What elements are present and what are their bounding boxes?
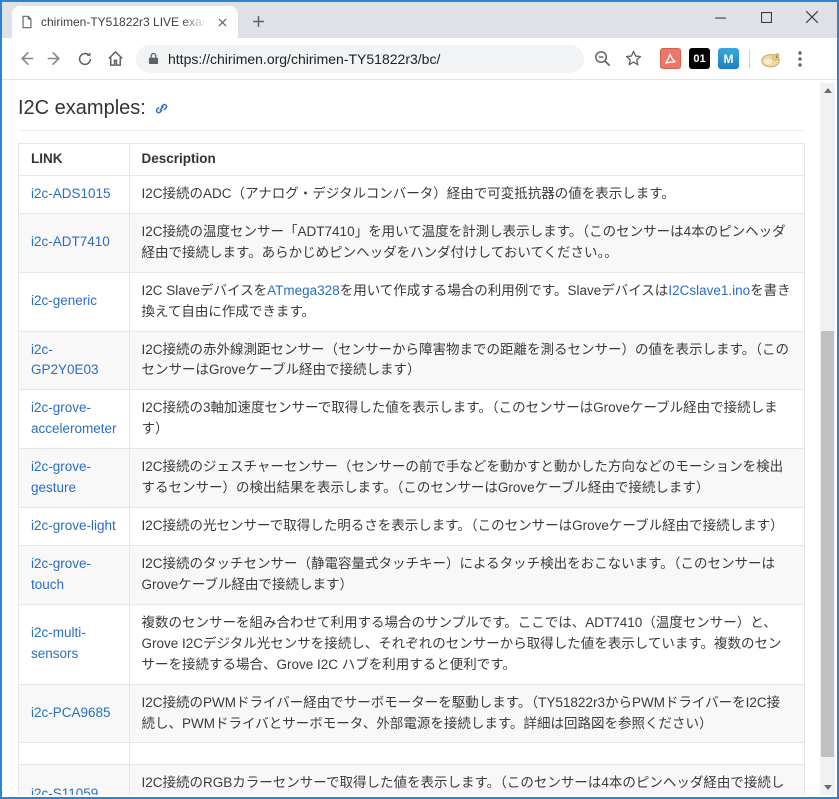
link-cell: i2c-grove-light [19, 508, 130, 546]
example-description: I2C接続の赤外線測距センサー（センサーから障害物までの距離を測るセンサー）の値… [129, 331, 804, 390]
scroll-up-icon[interactable] [820, 83, 835, 98]
example-link[interactable]: i2c-grove-gesture [31, 459, 91, 495]
table-row: i2c-PCA9685 I2C接続のPWMドライバー経由でサーボモーターを駆動しま… [19, 684, 805, 743]
forward-arrow-icon[interactable] [40, 44, 70, 74]
example-link[interactable]: i2c-ADS1015 [31, 186, 111, 201]
browser-window: chirimen-TY51822r3 LIVE exampl [0, 0, 839, 799]
browser-toolbar: https://chirimen.org/chirimen-TY51822r3/… [2, 38, 837, 80]
example-description: 複数のセンサーを組み合わせて利用する場合のサンプルです。ここでは、ADT7410… [129, 604, 804, 684]
link-cell: i2c-grove-touch [19, 545, 130, 604]
window-controls [697, 2, 835, 32]
table-row: i2c-grove-touch I2C接続のタッチセンサー（静電容量式タッチキー）… [19, 545, 805, 604]
table-row: i2c-multi-sensors 複数のセンサーを組み合わせて利用する場合のサン… [19, 604, 805, 684]
example-description: I2C接続のジェスチャーセンサー（センサーの前で手などを動かすと動かした方向など… [129, 449, 804, 508]
table-row: i2c-grove-light I2C接続の光センサーで取得した明るさを表示します… [19, 508, 805, 546]
link-cell: i2c-ADT7410 [19, 213, 130, 272]
link-chain-icon[interactable] [154, 101, 169, 116]
inline-link[interactable]: ATmega328 [267, 283, 340, 298]
example-description [129, 743, 804, 765]
extension-01-badge[interactable]: 01 [689, 48, 710, 69]
example-link[interactable]: i2c-generic [31, 293, 97, 308]
zoom-out-icon[interactable] [589, 46, 615, 72]
kebab-menu-icon[interactable] [789, 46, 811, 72]
new-tab-plus-icon[interactable] [244, 7, 272, 35]
toolbar-separator [749, 50, 750, 68]
star-icon[interactable] [620, 46, 646, 72]
link-cell: i2c-grove-gesture [19, 449, 130, 508]
address-bar[interactable]: https://chirimen.org/chirimen-TY51822r3/… [136, 45, 584, 73]
page-title: I2C examples: [18, 95, 805, 131]
hamster-extension-icon[interactable] [760, 48, 781, 69]
example-description: I2C接続の3軸加速度センサーで取得した値を表示します。（このセンサーはGrov… [129, 390, 804, 449]
link-cell: i2c-S11059 [19, 765, 130, 795]
tab-close-icon[interactable] [214, 14, 230, 30]
scrollbar-thumb[interactable] [821, 331, 834, 757]
example-link[interactable]: i2c-GP2Y0E03 [31, 342, 99, 378]
example-link[interactable]: i2c-multi-sensors [31, 625, 86, 661]
maximize-icon[interactable] [743, 2, 789, 32]
page-content: I2C examples: LINK Description i2c-ADS10… [4, 83, 820, 795]
link-cell: i2c-generic [19, 272, 130, 331]
table-row: i2c-generic I2C SlaveデバイスをATmega328を用いて作成… [19, 272, 805, 331]
example-description: I2C接続のADC（アナログ・デジタルコンバータ）経由で可変抵抗器の値を表示しま… [129, 175, 804, 213]
table-row: i2c-S11059 I2C接続のRGBカラーセンサーで取得した値を表示します。（… [19, 765, 805, 795]
extensions-area: 01 M [660, 46, 811, 72]
pdf-extension-icon[interactable] [660, 48, 681, 69]
example-link[interactable]: i2c-S11059 [31, 786, 98, 795]
link-cell: i2c-grove-accelerometer [19, 390, 130, 449]
example-description: I2C接続の光センサーで取得した明るさを表示します。（このセンサーはGroveケ… [129, 508, 804, 546]
link-cell: i2c-ADS1015 [19, 175, 130, 213]
lock-icon[interactable] [148, 52, 159, 65]
reload-icon[interactable] [70, 44, 100, 74]
document-favicon-icon [20, 15, 34, 29]
column-header-link: LINK [19, 144, 130, 176]
vertical-scrollbar[interactable] [820, 83, 835, 795]
link-cell: i2c-GP2Y0E03 [19, 331, 130, 390]
example-link[interactable]: i2c-ADT7410 [31, 234, 110, 249]
table-row: i2c-ADT7410 I2C接続の温度センサー「ADT7410」を用いて温度を計… [19, 213, 805, 272]
table-row: i2c-grove-gesture I2C接続のジェスチャーセンサー（センサーの前… [19, 449, 805, 508]
url-text: https://chirimen.org/chirimen-TY51822r3/… [168, 51, 440, 67]
tab-title: chirimen-TY51822r3 LIVE exampl [41, 15, 207, 29]
extension-m-badge[interactable]: M [718, 48, 739, 69]
example-link[interactable]: i2c-PCA9685 [31, 705, 111, 720]
example-link[interactable]: i2c-grove-accelerometer [31, 400, 117, 436]
browser-tab[interactable]: chirimen-TY51822r3 LIVE exampl [12, 6, 238, 38]
column-header-description: Description [129, 144, 804, 176]
link-cell: i2c-multi-sensors [19, 604, 130, 684]
table-row: i2c-ADS1015 I2C接続のADC（アナログ・デジタルコンバータ）経由で可… [19, 175, 805, 213]
home-icon[interactable] [100, 44, 130, 74]
example-description: I2C接続のタッチセンサー（静電容量式タッチキー）によるタッチ検出をおこないます… [129, 545, 804, 604]
examples-table-body: i2c-ADS1015 I2C接続のADC（アナログ・デジタルコンバータ）経由で可… [19, 175, 805, 795]
example-link[interactable]: i2c-grove-light [31, 518, 116, 533]
example-description: I2C接続のRGBカラーセンサーで取得した値を表示します。（このセンサーは4本の… [129, 765, 804, 795]
table-row [19, 743, 805, 765]
example-description: I2C接続のPWMドライバー経由でサーボモーターを駆動します。（TY51822r… [129, 684, 804, 743]
scroll-down-icon[interactable] [820, 780, 835, 795]
examples-table: LINK Description i2c-ADS1015 I2C接続のADC（アナ… [18, 143, 805, 795]
page-title-text: I2C examples: [18, 97, 146, 120]
window-close-icon[interactable] [789, 2, 835, 32]
example-link[interactable]: i2c-grove-touch [31, 556, 91, 592]
back-arrow-icon[interactable] [10, 44, 40, 74]
inline-link[interactable]: I2Cslave1.ino [668, 283, 750, 298]
example-description: I2C接続の温度センサー「ADT7410」を用いて温度を計測し表示します。（この… [129, 213, 804, 272]
minimize-icon[interactable] [697, 2, 743, 32]
tab-strip: chirimen-TY51822r3 LIVE exampl [2, 2, 837, 38]
link-cell: i2c-PCA9685 [19, 684, 130, 743]
table-row: i2c-GP2Y0E03 I2C接続の赤外線測距センサー（センサーから障害物までの… [19, 331, 805, 390]
link-cell [19, 743, 130, 765]
example-description: I2C SlaveデバイスをATmega328を用いて作成する場合の利用例です。… [129, 272, 804, 331]
table-row: i2c-grove-accelerometer I2C接続の3軸加速度センサーで取… [19, 390, 805, 449]
table-header-row: LINK Description [19, 144, 805, 176]
